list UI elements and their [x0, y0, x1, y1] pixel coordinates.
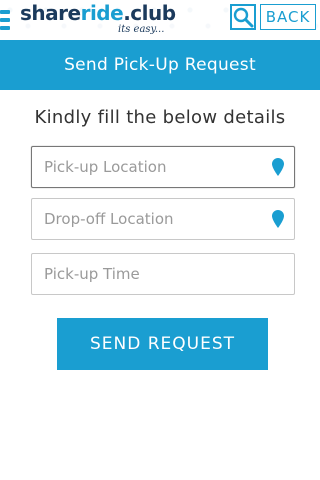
logo-text-club: .club [123, 1, 176, 25]
dropoff-location-field[interactable]: Drop-off Location [31, 198, 295, 240]
logo-text-share: share [20, 1, 81, 25]
back-button[interactable]: BACK [260, 4, 316, 30]
map-pin-icon[interactable] [272, 158, 284, 176]
pickup-time-placeholder: Pick-up Time [44, 265, 140, 283]
search-button[interactable] [230, 4, 256, 30]
dropoff-location-placeholder: Drop-off Location [44, 210, 174, 228]
map-pin-icon[interactable] [272, 210, 284, 228]
top-bar: shareride.club its easy... BACK [0, 0, 320, 41]
form-instruction: Kindly fill the below details [34, 107, 286, 128]
pickup-location-placeholder: Pick-up Location [44, 158, 167, 176]
menu-icon[interactable] [0, 10, 10, 30]
logo-tagline: its easy... [118, 24, 165, 35]
page-title: Send Pick-Up Request [0, 40, 320, 90]
search-icon [233, 7, 254, 28]
pickup-time-field[interactable]: Pick-up Time [31, 253, 295, 295]
logo-text-ride: ride [80, 1, 124, 25]
app-logo[interactable]: shareride.club its easy... [20, 1, 176, 39]
send-request-button[interactable]: SEND REQUEST [57, 318, 268, 370]
logo-wordmark: shareride.club [20, 1, 176, 25]
pickup-location-field[interactable]: Pick-up Location [31, 146, 295, 188]
